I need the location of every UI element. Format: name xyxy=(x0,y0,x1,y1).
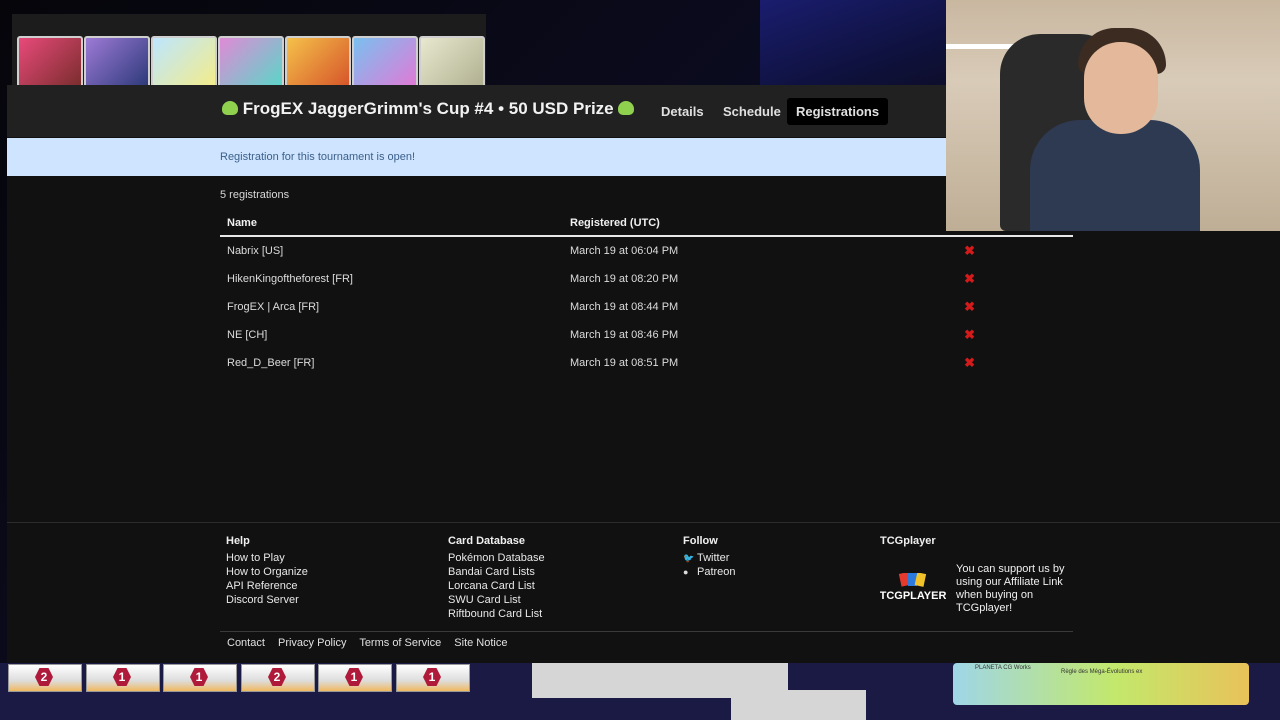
footer-bottom-links: Contact Privacy Policy Terms of Service … xyxy=(227,637,518,649)
card-thumb xyxy=(285,36,351,88)
card-thumb xyxy=(352,36,418,88)
table-row: Nabrix [US] March 19 at 06:04 PM ✖ xyxy=(220,236,1073,265)
footer-link-contact[interactable]: Contact xyxy=(227,637,265,649)
site-footer: Help How to Play How to Organize API Ref… xyxy=(7,522,1280,664)
affiliate-text: You can support us by using our Affiliat… xyxy=(956,563,1065,614)
frog-icon xyxy=(222,100,238,115)
twitter-icon: 🐦 xyxy=(683,553,695,563)
footer-link-api-reference[interactable]: API Reference xyxy=(226,579,308,593)
promo-text: Règle des Méga-Évolutions ex xyxy=(1061,669,1143,675)
tcgplayer-logo[interactable]: TCGPLAYER xyxy=(880,573,946,603)
table-row: FrogEX | Arca [FR] March 19 at 08:44 PM … xyxy=(220,293,1073,321)
player-name: NE [CH] xyxy=(227,329,268,341)
page-title-text: FrogEX JaggerGrimm's Cup #4 • 50 USD Pri… xyxy=(242,99,614,118)
card-thumb xyxy=(84,36,150,88)
footer-heading: Help xyxy=(226,535,250,547)
card-thumb xyxy=(151,36,217,88)
tab-details[interactable]: Details xyxy=(652,98,713,125)
registration-open-banner: Registration for this tournament is open… xyxy=(7,138,946,176)
footer-divider xyxy=(220,631,1073,632)
table-row: Red_D_Beer [FR] March 19 at 08:51 PM ✖ xyxy=(220,349,1073,377)
footer-link-lorcana-card-list[interactable]: Lorcana Card List xyxy=(448,579,545,593)
card-thumb xyxy=(419,36,485,88)
player-name: FrogEX | Arca [FR] xyxy=(227,301,320,313)
table-row: HikenKingoftheforest [FR] March 19 at 08… xyxy=(220,265,1073,293)
tab-schedule[interactable]: Schedule xyxy=(714,98,790,125)
column-header-registered[interactable]: Registered (UTC) xyxy=(563,213,917,237)
footer-follow: Follow 🐦 Twitter ● Patreon xyxy=(683,535,736,579)
registered-time: March 19 at 08:46 PM xyxy=(570,329,679,341)
registered-time: March 19 at 08:44 PM xyxy=(570,301,679,313)
tcgplayer-logo-text: TCGPLAYER xyxy=(880,590,946,602)
page-title: FrogEX JaggerGrimm's Cup #4 • 50 USD Pri… xyxy=(222,99,635,119)
registrations-table: Name Registered (UTC) list s Nabrix [US]… xyxy=(220,213,1073,377)
card-thumb xyxy=(218,36,284,88)
footer-card-database: Card Database Pokémon Database Bandai Ca… xyxy=(448,535,545,621)
footer-link-bandai-card-lists[interactable]: Bandai Card Lists xyxy=(448,565,545,579)
footer-link-pokemon-database[interactable]: Pokémon Database xyxy=(448,551,545,565)
registered-time: March 19 at 06:04 PM xyxy=(570,245,679,257)
registered-time: March 19 at 08:51 PM xyxy=(570,357,679,369)
delete-icon[interactable]: ✖ xyxy=(964,243,975,258)
column-header-name[interactable]: Name xyxy=(220,213,563,237)
promo-title: PLANETA CG Works xyxy=(975,665,1031,671)
site-header: FrogEX JaggerGrimm's Cup #4 • 50 USD Pri… xyxy=(7,85,946,137)
footer-link-site-notice[interactable]: Site Notice xyxy=(454,637,507,649)
footer-link-swu-card-list[interactable]: SWU Card List xyxy=(448,593,545,607)
delete-icon[interactable]: ✖ xyxy=(964,355,975,370)
player-name: HikenKingoftheforest [FR] xyxy=(227,273,353,285)
overlay-block xyxy=(731,690,866,720)
frog-icon xyxy=(618,100,635,115)
delete-icon[interactable]: ✖ xyxy=(964,299,975,314)
footer-heading: TCGplayer xyxy=(880,535,936,547)
footer-link-terms-of-service[interactable]: Terms of Service xyxy=(359,637,441,649)
footer-link-how-to-play[interactable]: How to Play xyxy=(226,551,308,565)
table-row: NE [CH] March 19 at 08:46 PM ✖ xyxy=(220,321,1073,349)
webcam-person-face xyxy=(1084,42,1158,134)
registration-count: 5 registrations xyxy=(220,189,290,201)
player-name: Nabrix [US] xyxy=(227,245,284,257)
footer-link-twitter[interactable]: 🐦 Twitter xyxy=(683,551,736,565)
footer-help: Help How to Play How to Organize API Ref… xyxy=(226,535,308,607)
registered-time: March 19 at 08:20 PM xyxy=(570,273,679,285)
footer-heading: Card Database xyxy=(448,535,526,547)
tab-registrations[interactable]: Registrations xyxy=(787,98,889,125)
delete-icon[interactable]: ✖ xyxy=(964,327,975,342)
player-name: Red_D_Beer [FR] xyxy=(227,357,315,369)
card-thumb xyxy=(17,36,83,88)
footer-link-riftbound-card-list[interactable]: Riftbound Card List xyxy=(448,607,545,621)
webcam-person-shirt xyxy=(1030,120,1200,231)
footer-link-discord-server[interactable]: Discord Server xyxy=(226,593,308,607)
footer-tcgplayer: TCGplayer xyxy=(880,535,936,551)
card-promo-banner: PLANETA CG Works Règle des Méga-Évolutio… xyxy=(953,663,1249,705)
footer-heading: Follow xyxy=(683,535,718,547)
stream-overlay-stripe xyxy=(760,0,960,90)
footer-link-patreon[interactable]: ● Patreon xyxy=(683,565,736,579)
footer-link-how-to-organize[interactable]: How to Organize xyxy=(226,565,308,579)
patreon-icon: ● xyxy=(683,567,689,577)
card-strip-top xyxy=(12,14,486,88)
delete-icon[interactable]: ✖ xyxy=(964,271,975,286)
footer-link-privacy-policy[interactable]: Privacy Policy xyxy=(278,637,346,649)
banner-text: Registration for this tournament is open… xyxy=(220,151,416,163)
